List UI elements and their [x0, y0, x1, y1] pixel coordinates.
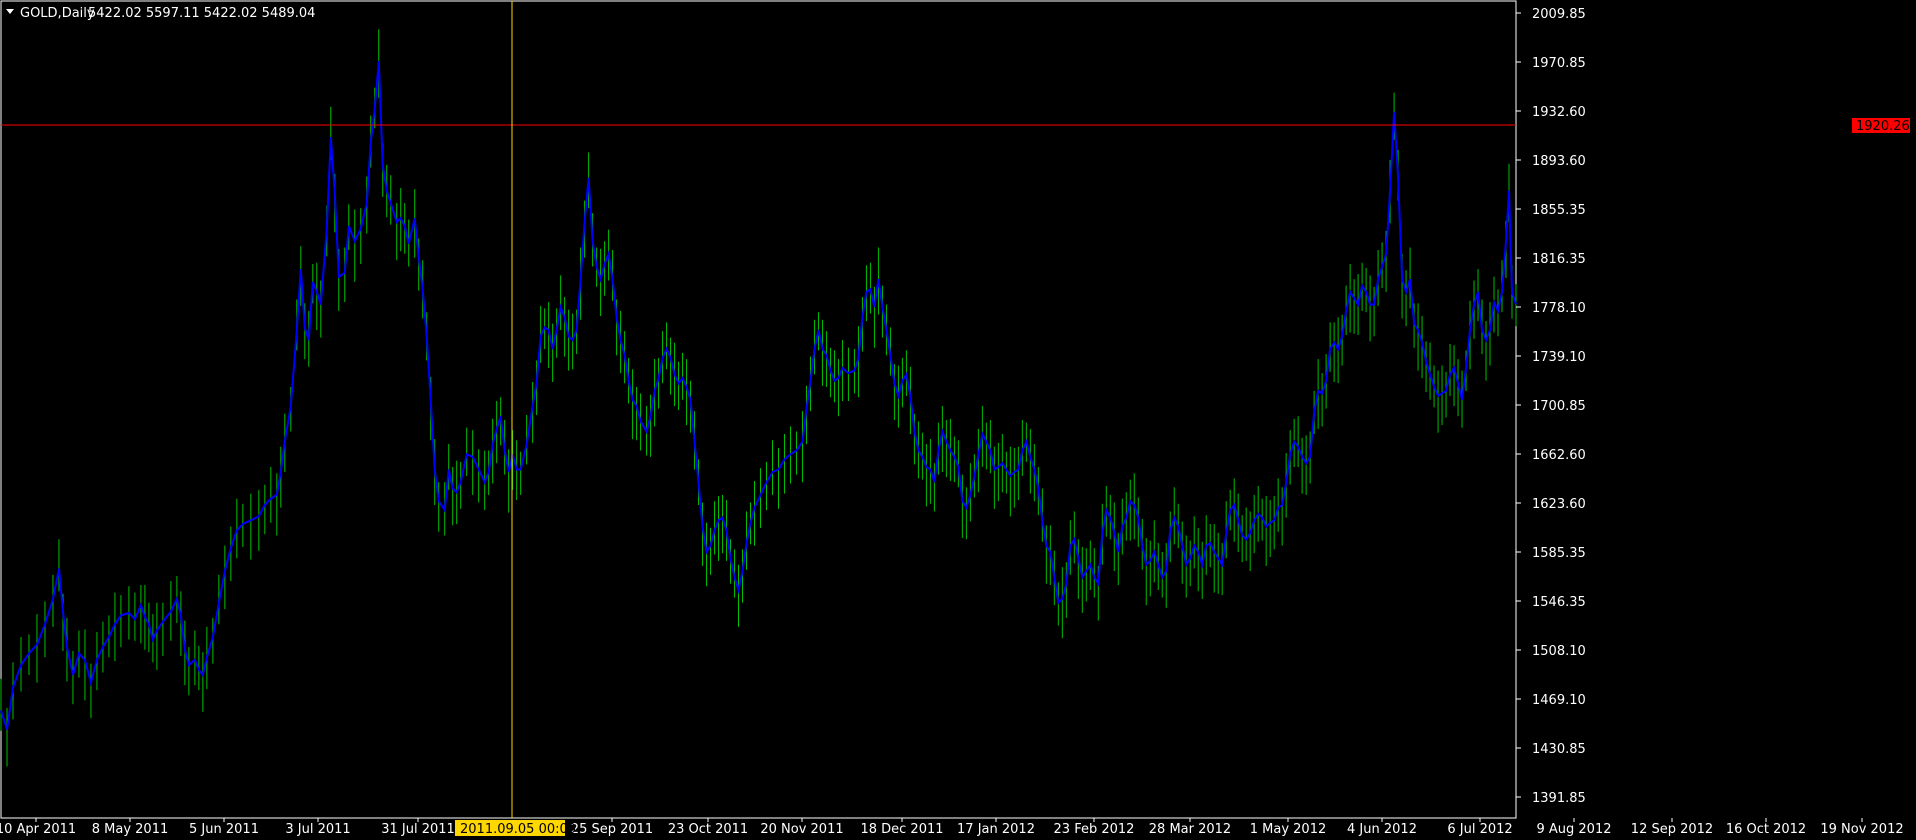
price-badge: 1920.26: [1852, 118, 1910, 134]
price-tick-label: 1430.85: [1532, 742, 1586, 757]
svg-text:2011.09.05 00:00: 2011.09.05 00:00: [460, 822, 576, 837]
time-tick-label: 12 Sep 2012: [1631, 822, 1713, 837]
price-axis: 2009.85 1970.85 1932.60 1893.60 1855.35 1816.…: [1516, 7, 1586, 806]
time-tick-label: 18 Dec 2011: [860, 822, 943, 837]
price-tick-label: 1970.85: [1532, 56, 1586, 71]
price-tick-label: 1932.60: [1532, 105, 1586, 120]
time-tick-label: 8 May 2011: [92, 822, 169, 837]
chart-header: GOLD,Daily 5422.02 5597.11 5422.02 5489.…: [6, 6, 315, 21]
dropdown-triangle-icon[interactable]: [6, 9, 14, 14]
price-tick-label: 1855.35: [1532, 203, 1586, 218]
price-chart[interactable]: GOLD,Daily 5422.02 5597.11 5422.02 5489.…: [0, 0, 1916, 840]
price-tick-label: 1508.10: [1532, 644, 1586, 659]
price-tick-label: 1662.60: [1532, 448, 1586, 463]
ohlc-bars: [0, 29, 1517, 767]
price-tick-label: 1391.85: [1532, 791, 1586, 806]
time-tick-label: 20 Nov 2011: [760, 822, 843, 837]
plot-frame: [0, 0, 1517, 819]
time-tick-label: 10 Apr 2011: [0, 822, 76, 837]
chart-window[interactable]: GOLD,Daily 5422.02 5597.11 5422.02 5489.…: [0, 0, 1916, 840]
price-tick-label: 1816.35: [1532, 252, 1586, 267]
time-tick-label: 28 Mar 2012: [1149, 822, 1231, 837]
time-tick-label: 31 Jul 2011: [381, 822, 455, 837]
time-tick-label: 3 Jul 2011: [285, 822, 350, 837]
time-tick-label: 19 Nov 2012: [1820, 822, 1903, 837]
price-tick-label: 1778.10: [1532, 301, 1586, 316]
time-tick-label: 16 Oct 2012: [1726, 822, 1806, 837]
price-tick-label: 1585.35: [1532, 546, 1586, 561]
price-tick-label: 1469.10: [1532, 693, 1586, 708]
price-tick-label: 1739.10: [1532, 350, 1586, 365]
svg-text:1920.26: 1920.26: [1856, 119, 1910, 134]
time-tick-label: 17 Jan 2012: [957, 822, 1035, 837]
time-tick-label: 5 Jun 2011: [189, 822, 259, 837]
symbol-timeframe: GOLD,Daily: [20, 6, 95, 21]
time-tick-label: 9 Aug 2012: [1536, 822, 1611, 837]
price-tick-label: 1623.60: [1532, 497, 1586, 512]
price-tick-label: 1700.85: [1532, 399, 1586, 414]
price-tick-label: 1893.60: [1532, 154, 1586, 169]
ohlc-values: 5422.02 5597.11 5422.02 5489.04: [88, 6, 315, 21]
time-tick-label: 6 Jul 2012: [1447, 822, 1512, 837]
price-line: [0, 60, 1517, 730]
time-tick-label: 4 Jun 2012: [1347, 822, 1417, 837]
price-tick-label: 2009.85: [1532, 7, 1586, 22]
time-tick-label: 25 Sep 2011: [571, 822, 653, 837]
time-axis: 10 Apr 2011 8 May 2011 5 Jun 2011 3 Jul 201…: [0, 818, 1904, 837]
time-tick-label: 1 May 2012: [1250, 822, 1327, 837]
time-badge: 2011.09.05 00:00: [455, 820, 576, 837]
time-tick-label: 23 Oct 2011: [668, 822, 748, 837]
time-tick-label: 23 Feb 2012: [1054, 822, 1135, 837]
price-tick-label: 1546.35: [1532, 595, 1586, 610]
